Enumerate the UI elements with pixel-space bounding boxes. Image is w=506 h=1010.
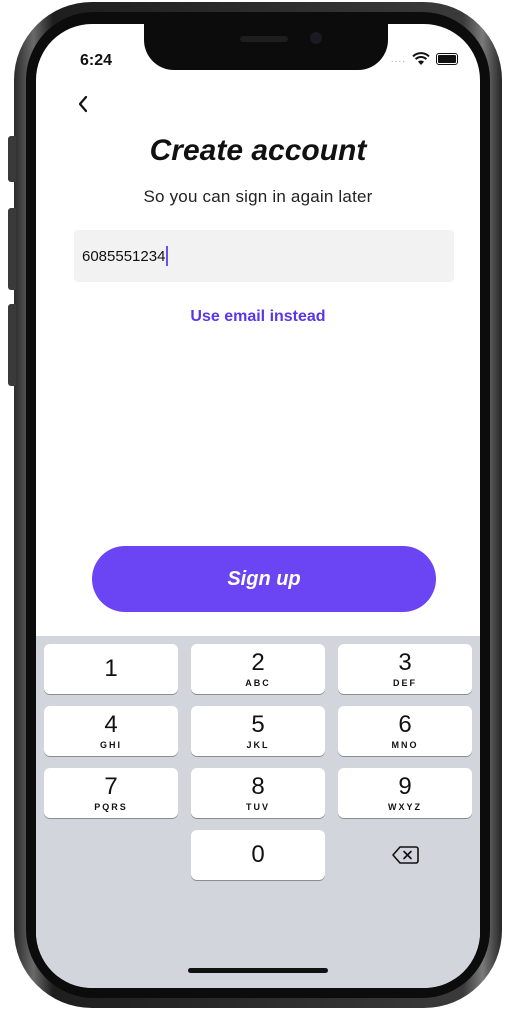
- key-8[interactable]: 8 TUV: [191, 768, 325, 818]
- key-digit: 2: [251, 648, 265, 676]
- home-indicator[interactable]: [188, 968, 328, 973]
- numeric-keypad: 1 2 ABC 3 DEF 4 GHI 5 JKL 6 MNO 7 PQRS 8…: [36, 636, 480, 988]
- status-time: 6:24: [80, 52, 113, 69]
- backspace-icon: [392, 846, 419, 864]
- back-button[interactable]: [72, 90, 96, 118]
- key-letters: TUV: [246, 801, 270, 812]
- key-0[interactable]: 0: [191, 830, 325, 880]
- page-title: Create account: [149, 134, 367, 167]
- sign-up-label: Sign up: [227, 567, 301, 590]
- key-letters: DEF: [393, 677, 417, 688]
- chevron-left-icon: [78, 95, 88, 113]
- key-4[interactable]: 4 GHI: [44, 706, 178, 756]
- key-2[interactable]: 2 ABC: [191, 644, 325, 694]
- delete-key[interactable]: [338, 830, 472, 880]
- volume-down-button: [8, 304, 16, 386]
- key-9[interactable]: 9 WXYZ: [338, 768, 472, 818]
- key-digit: 9: [398, 772, 412, 800]
- key-letters: PQRS: [94, 801, 128, 812]
- key-digit: 7: [104, 772, 118, 800]
- use-email-link[interactable]: Use email instead: [36, 308, 480, 326]
- key-digit: 1: [104, 655, 118, 682]
- text-cursor: [166, 246, 169, 266]
- mute-switch: [8, 136, 16, 182]
- sign-up-button[interactable]: Sign up: [92, 546, 436, 612]
- notch: [144, 24, 388, 70]
- key-7[interactable]: 7 PQRS: [44, 768, 178, 818]
- key-letters: JKL: [246, 739, 270, 750]
- key-digit: 8: [251, 772, 265, 800]
- battery-icon: [436, 53, 458, 65]
- signal-dots: ....: [390, 53, 406, 65]
- key-digit: 5: [251, 710, 265, 738]
- key-letters: GHI: [99, 739, 122, 750]
- phone-number-input[interactable]: 6085551234: [74, 230, 454, 282]
- key-letters: ABC: [245, 677, 271, 688]
- front-camera: [310, 32, 322, 44]
- volume-up-button: [8, 208, 16, 290]
- speaker-grille: [240, 36, 288, 42]
- status-icons: ....: [391, 52, 458, 66]
- key-3[interactable]: 3 DEF: [338, 644, 472, 694]
- key-digit: 6: [398, 710, 412, 738]
- key-6[interactable]: 6 MNO: [338, 706, 472, 756]
- key-digit: 4: [104, 710, 118, 738]
- key-letters: MNO: [391, 739, 419, 750]
- wifi-icon: [412, 52, 430, 65]
- screen: 6:24 .... Create account So you can sign…: [36, 24, 480, 988]
- key-1[interactable]: 1: [44, 644, 178, 694]
- key-digit: 3: [398, 648, 412, 676]
- key-letters: WXYZ: [388, 801, 422, 812]
- phone-number-value: 6085551234: [82, 247, 166, 265]
- key-digit: 0: [251, 841, 265, 868]
- page-subtitle: So you can sign in again later: [143, 187, 373, 206]
- key-5[interactable]: 5 JKL: [191, 706, 325, 756]
